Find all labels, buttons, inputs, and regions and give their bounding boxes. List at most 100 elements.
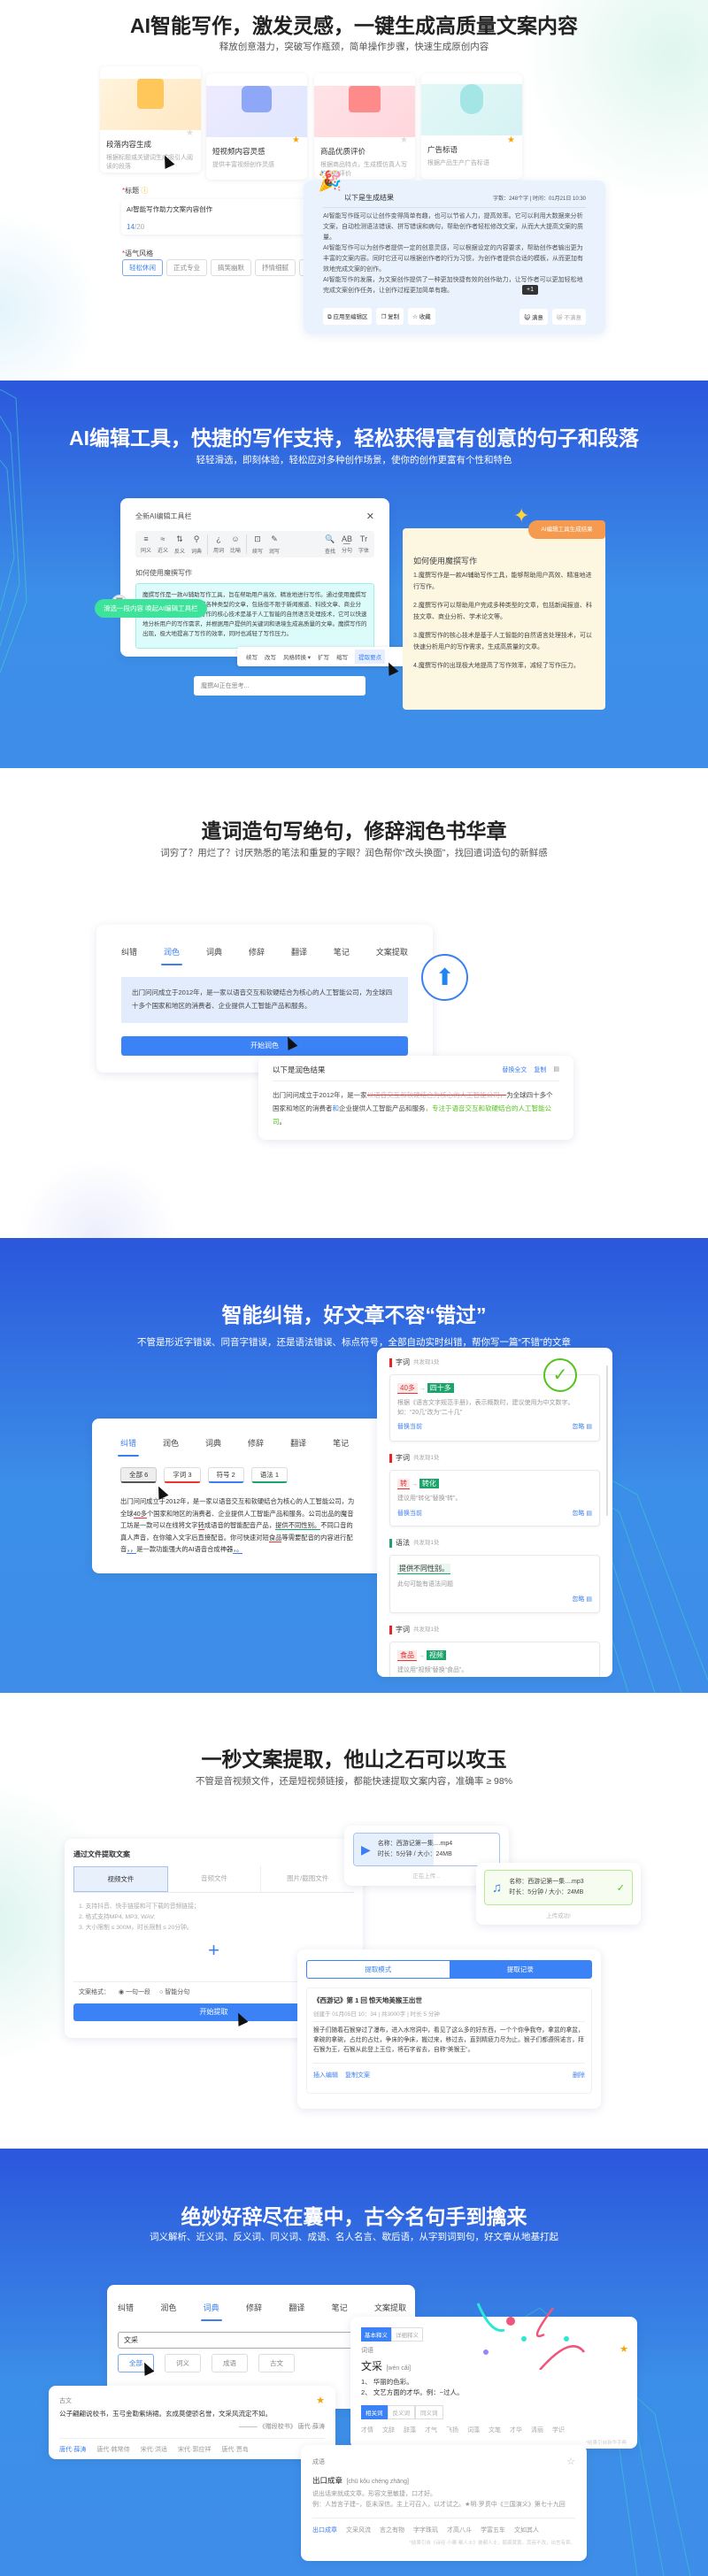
related-word[interactable]: 清丽 (531, 2426, 543, 2434)
author-link[interactable]: 宋代·洪适 (141, 2445, 167, 2454)
style-convert-dropdown[interactable]: 风格转换 ▾ (283, 652, 311, 661)
star-icon[interactable]: ★ (292, 135, 300, 145)
filter-grammar[interactable]: 语法 1 (250, 1467, 289, 1483)
related-word[interactable]: 文笔 (489, 2426, 501, 2434)
tab-polish[interactable]: 润色 (160, 2302, 176, 2313)
star-icon[interactable]: ★ (400, 135, 408, 145)
shorten-button[interactable]: 缩写 (336, 652, 348, 661)
template-card-slogan[interactable]: 广告标语 根据产品生产广告标语 ★ (421, 73, 522, 180)
tab-extract-records[interactable]: 提取记录 (449, 1961, 591, 1978)
tab-rhetoric[interactable]: 修辞 (249, 946, 265, 957)
replace-current-button[interactable]: 替换当前 (397, 1509, 422, 1518)
tab-correction[interactable]: 纠错 (117, 1437, 140, 1457)
idiom-link[interactable]: 字字珠玑 (413, 2526, 438, 2534)
replace-current-button[interactable]: 替换当前 (397, 1422, 422, 1431)
insert-edit-button[interactable]: 插入编辑 (313, 2071, 338, 2080)
star-icon[interactable]: ★ (507, 135, 515, 145)
ignore-button[interactable]: 忽略 (572, 1424, 584, 1430)
tab-translate[interactable]: 翻译 (291, 946, 307, 957)
tab-extract-mode[interactable]: 提取模式 (307, 1961, 450, 1978)
idiom-link[interactable]: 言之有物 (380, 2526, 404, 2534)
related-word[interactable]: 飞扬 (446, 2426, 458, 2434)
star-icon[interactable]: ★ (620, 2343, 628, 2355)
author-link[interactable]: 唐代·韩常侍 (96, 2445, 129, 2454)
filter-symbols[interactable]: 符号 2 (207, 1467, 244, 1483)
start-polish-button[interactable]: 开始润色 (121, 1036, 408, 1056)
tab-basic-meaning[interactable]: 基本释义 (361, 2327, 391, 2341)
tab-video-file[interactable]: 视频文件 (73, 1866, 168, 1892)
idiom-link[interactable]: 出口成章 (312, 2526, 337, 2534)
template-card-video[interactable]: 短视频内容灵感 提供丰富视频创作灵感 ★ (206, 73, 307, 180)
tab-synonym[interactable]: 同义词 (415, 2405, 443, 2419)
author-link[interactable]: 唐代·贾岛 (221, 2445, 248, 2454)
delete-button[interactable]: 删除 (573, 2071, 585, 2080)
related-word[interactable]: 文辞 (382, 2426, 395, 2434)
idiom-link[interactable]: 才高八斗 (447, 2526, 472, 2534)
tab-extract[interactable]: 文案提取 (376, 946, 408, 957)
close-icon[interactable]: ✕ (366, 511, 374, 522)
filter-classical[interactable]: 古文 (258, 2354, 295, 2372)
related-word[interactable]: 学识 (552, 2426, 565, 2434)
copy-button[interactable]: ❐ 复制 (376, 308, 404, 325)
tab-notes[interactable]: 笔记 (332, 2302, 348, 2313)
idiom-link[interactable]: 文如其人 (514, 2526, 539, 2534)
star-outline-icon[interactable]: ☆ (566, 2456, 575, 2467)
dictionary-tool[interactable]: ⚲ 词典 (190, 534, 203, 555)
split-tool[interactable]: A͟B 分句 (341, 534, 353, 555)
filter-idiom[interactable]: 成语 (212, 2354, 248, 2372)
copy-text-button[interactable]: 复制文案 (345, 2071, 370, 2080)
related-word[interactable]: 才华 (510, 2426, 522, 2434)
tab-dictionary[interactable]: 词典 (206, 946, 222, 957)
related-word[interactable]: 词藻 (467, 2426, 480, 2434)
copy-button[interactable]: 复制 (534, 1065, 546, 1074)
tone-option[interactable]: 搞笑幽默 (211, 259, 251, 276)
tab-notes[interactable]: 笔记 (333, 1437, 349, 1449)
radio-smart-split[interactable]: ○ 智能分句 (159, 1988, 189, 1996)
tab-polish[interactable]: 润色 (163, 1437, 179, 1449)
search-tool[interactable]: 🔍 查找 (324, 534, 336, 555)
synonym-tool[interactable]: ≡ 同义 (140, 534, 152, 555)
tab-extract[interactable]: 文案提取 (374, 2302, 406, 2313)
tab-audio-file[interactable]: 音频文件 (168, 1866, 262, 1892)
author-link[interactable]: 唐代·薛涛 (59, 2445, 86, 2454)
filter-all[interactable]: 全部 6 (120, 1467, 158, 1483)
replace-all-button[interactable]: 替换全文 (502, 1065, 527, 1074)
tab-image-file[interactable]: 图片/截图文件 (261, 1866, 354, 1892)
note-icon[interactable]: ▤ (586, 1511, 592, 1517)
tone-option[interactable]: 轻松休闲 (122, 259, 163, 276)
tab-antonym[interactable]: 反义词 (387, 2405, 415, 2419)
tab-translate[interactable]: 翻译 (289, 2302, 304, 2313)
continue-button[interactable]: 续写 (246, 652, 258, 661)
scrollbar[interactable] (606, 1365, 608, 1516)
extract-keypoints-button[interactable]: 提取要点 (355, 650, 386, 664)
favorite-button[interactable]: ☆ 收藏 (408, 308, 435, 325)
idiom-link[interactable]: 文采风流 (346, 2526, 371, 2534)
template-card-paragraph[interactable]: 段落内容生成 根据标题或关键词生成吸引人阅读的段落 ★ (100, 66, 201, 173)
ignore-button[interactable]: 忽略 (572, 1511, 584, 1517)
title-input[interactable]: AI智能写作助力文案内容创作 14/20 (121, 199, 312, 235)
polish-tool[interactable]: ✎ 润写 (268, 534, 281, 555)
unsatisfied-button[interactable]: 😿 不满意 (551, 309, 586, 325)
related-word[interactable]: 辞藻 (404, 2426, 416, 2434)
tone-option[interactable]: 正式专业 (166, 259, 207, 276)
continue-tool[interactable]: ⊡ 续写 (251, 534, 264, 555)
star-icon[interactable]: ★ (186, 128, 194, 138)
related-word[interactable]: 才气 (425, 2426, 437, 2434)
tab-dictionary[interactable]: 词典 (205, 1437, 221, 1449)
ignore-button[interactable]: 忽略 (572, 1596, 584, 1603)
apply-to-editor-button[interactable]: ⧉ 应用至编辑区 (323, 308, 373, 325)
wording-tool[interactable]: ¿ 用词 (212, 534, 225, 554)
tab-correction[interactable]: 纠错 (121, 946, 137, 957)
filter-words[interactable]: 字词 3 (164, 1467, 201, 1483)
tab-notes[interactable]: 笔记 (334, 946, 350, 957)
expand-button[interactable]: 扩写 (318, 652, 329, 661)
tab-correction[interactable]: 纠错 (118, 2302, 134, 2313)
note-icon[interactable]: ▤ (553, 1065, 559, 1074)
tab-related[interactable]: 相关词 (361, 2405, 388, 2419)
rewrite-button[interactable]: 改写 (265, 652, 276, 661)
font-tool[interactable]: Tr 字体 (358, 534, 370, 555)
tab-polish[interactable]: 润色 (160, 946, 183, 965)
near-synonym-tool[interactable]: ≈ 近义 (157, 534, 169, 555)
filter-meaning[interactable]: 词义 (165, 2354, 201, 2372)
tab-translate[interactable]: 翻译 (290, 1437, 306, 1449)
